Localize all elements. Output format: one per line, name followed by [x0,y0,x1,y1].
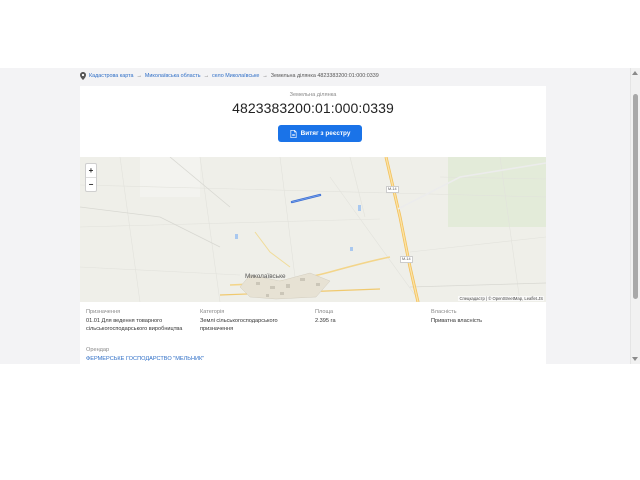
purpose-value: 01.01 Для ведення товарного сільськогосп… [86,317,182,333]
page-viewport: Кадастрова карта → Миколаївська область … [0,68,630,364]
document-icon [290,129,297,138]
category-value-line: Землі сільськогосподарського [200,318,278,324]
breadcrumb: Кадастрова карта → Миколаївська область … [80,71,379,81]
category-value-line: призначення [200,326,234,332]
extract-button-label: Витяг з реєстру [300,130,351,137]
category-label: Категорія [200,309,225,315]
tenant-field: Орендар ФЕРМЕРСЬКЕ ГОСПОДАРСТВО "МЕЛЬНИК… [86,346,204,363]
purpose-label: Призначення [86,309,121,315]
zoom-out-button[interactable]: − [86,178,96,191]
tenant-label: Орендар [86,347,110,353]
category-field: Категорія Землі сільськогосподарського п… [200,308,278,333]
breadcrumb-separator: → [136,73,142,79]
tenant-link[interactable]: ФЕРМЕРСЬКЕ ГОСПОДАРСТВО "МЕЛЬНИК" [86,355,204,363]
cadastral-number: 4823383200:01:000:0339 [232,100,394,116]
area-label: Площа [315,309,334,315]
zoom-in-button[interactable]: + [86,164,96,178]
area-field: Площа 2.395 га [315,308,336,325]
road-label: М-14 [400,256,413,263]
map-attribution[interactable]: Спецкадастр | © OpenStreetMap, Leaflet.J… [458,296,544,301]
vertical-scrollbar[interactable] [630,68,640,364]
area-value: 2.395 га [315,318,336,324]
category-value: Землі сільськогосподарського призначення [200,317,278,333]
road-label: М-14 [386,186,399,193]
breadcrumb-link-village[interactable]: село Миколаївське [212,73,259,79]
breadcrumb-separator: → [262,73,268,79]
purpose-field: Призначення 01.01 Для ведення товарного … [86,308,182,333]
map-view[interactable]: + − М-14 М-14 Миколаївське Спецкадастр |… [80,157,546,302]
ownership-value: Приватна власність [431,318,483,324]
map-pin-icon [80,72,86,80]
breadcrumb-link-region[interactable]: Миколаївська область [145,73,201,79]
purpose-value-line: 01.01 Для ведення товарного [86,318,163,324]
town-label: Миколаївське [245,273,286,280]
scroll-down-arrow-icon[interactable] [632,357,638,361]
breadcrumb-current: Земельна ділянка 4823383200:01:000:0339 [270,73,379,79]
ownership-field: Власність Приватна власність [431,308,482,325]
parcel-subtitle: Земельна ділянка [289,92,337,98]
zoom-control: + − [85,163,97,192]
breadcrumb-link-cadastral-map[interactable]: Кадастрова карта [89,73,134,79]
purpose-value-line: сільськогосподарського виробництва [86,326,183,332]
extract-button[interactable]: Витяг з реєстру [278,125,362,142]
ownership-label: Власність [431,309,457,315]
scrollbar-thumb[interactable] [633,94,638,299]
scroll-up-arrow-icon[interactable] [632,71,638,75]
map-canvas [80,157,546,302]
breadcrumb-separator: → [203,73,209,79]
parcel-card: Земельна ділянка 4823383200:01:000:0339 … [80,86,546,364]
